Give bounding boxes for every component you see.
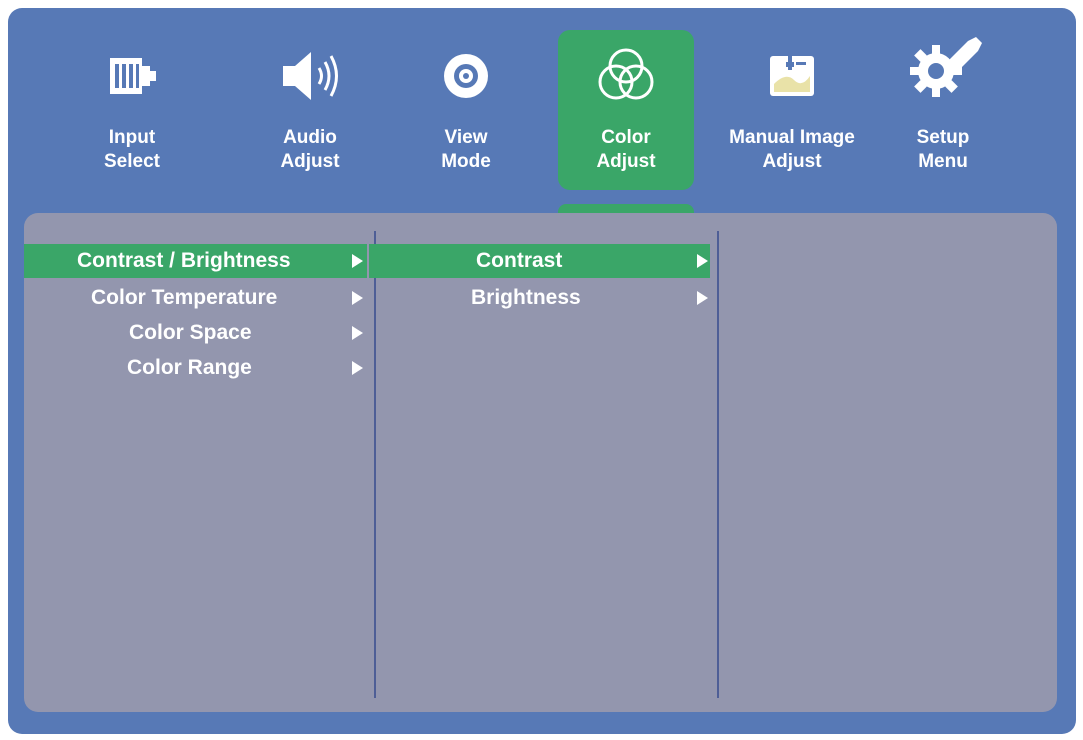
eye-icon [398, 48, 534, 104]
menu-item-label: Color Range [127, 356, 252, 379]
tab-audio-adjust-line2: Adjust [280, 151, 340, 172]
tab-input-select[interactable]: Input Select [64, 30, 200, 190]
tab-manual-image-adjust[interactable]: Manual Image Adjust [724, 30, 860, 190]
menu-item-color-temperature[interactable]: Color Temperature [24, 281, 367, 315]
menu-item-label: Brightness [471, 286, 581, 309]
tab-audio-adjust-line1: Audio [283, 127, 337, 148]
menu-item-label: Contrast [476, 249, 563, 272]
tab-manual-image-adjust-line1: Manual Image [729, 127, 855, 148]
tab-setup-menu[interactable]: Setup Menu [875, 30, 1011, 190]
input-connector-icon [64, 48, 200, 104]
tab-color-adjust-line2: Adjust [596, 151, 656, 172]
menu-item-contrast-brightness[interactable]: Contrast / Brightness [24, 244, 367, 278]
tab-view-mode-line1: View [444, 127, 488, 148]
menu-item-color-space[interactable]: Color Space [24, 316, 367, 350]
tab-view-mode[interactable]: View Mode [398, 30, 534, 190]
menu-item-label: Contrast / Brightness [77, 249, 291, 272]
menu-item-label: Color Space [129, 321, 252, 344]
menu-item-brightness[interactable]: Brightness [369, 281, 710, 315]
menu-item-contrast[interactable]: Contrast [369, 244, 710, 278]
color-circles-icon [558, 48, 694, 104]
column-divider [717, 231, 719, 698]
tab-color-adjust-line1: Color [601, 127, 651, 148]
menu-item-color-range[interactable]: Color Range [24, 351, 367, 385]
menu-panel: Contrast / Brightness Color Temperature … [24, 213, 1057, 712]
arrow-right-icon [352, 254, 363, 268]
arrow-right-icon [697, 291, 708, 305]
gear-wrench-icon [875, 37, 1011, 97]
tab-input-select-line2: Select [104, 151, 160, 172]
image-adjust-icon [724, 48, 860, 104]
menu-item-label: Color Temperature [91, 286, 278, 309]
arrow-right-icon [697, 254, 708, 268]
tab-setup-menu-line1: Setup [916, 127, 970, 148]
tab-input-select-line1: Input [108, 127, 156, 148]
tab-setup-menu-line2: Menu [918, 151, 968, 172]
tab-audio-adjust[interactable]: Audio Adjust [242, 30, 378, 190]
arrow-right-icon [352, 326, 363, 340]
arrow-right-icon [352, 361, 363, 375]
tab-color-adjust[interactable]: Color Adjust [558, 30, 694, 190]
tab-view-mode-line2: Mode [441, 151, 491, 172]
tab-manual-image-adjust-line2: Adjust [762, 151, 822, 172]
speaker-icon [242, 48, 378, 104]
arrow-right-icon [352, 291, 363, 305]
